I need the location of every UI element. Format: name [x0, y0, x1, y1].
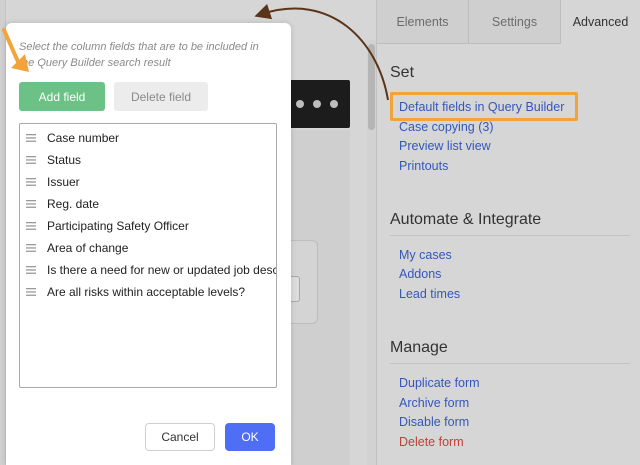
query-builder-fields-dialog: Select the column fields that are to be …: [6, 23, 291, 465]
field-label: Participating Safety Officer: [47, 219, 189, 233]
field-list-item[interactable]: Reg. date: [20, 193, 276, 215]
field-label: Issuer: [47, 175, 80, 189]
field-label: Are all risks within acceptable levels?: [47, 285, 246, 299]
tab-advanced[interactable]: Advanced: [561, 0, 640, 44]
field-label: Area of change: [47, 241, 129, 255]
link-delete-form[interactable]: Delete form: [399, 435, 464, 449]
drag-handle-icon[interactable]: [26, 288, 36, 296]
field-label: Is there a need for new or updated job d…: [47, 263, 276, 277]
delete-field-button[interactable]: Delete field: [114, 82, 208, 111]
link-case-copying[interactable]: Case copying (3): [399, 120, 494, 134]
field-list-item[interactable]: Is there a need for new or updated job d…: [20, 259, 276, 281]
add-field-button[interactable]: Add field: [19, 82, 105, 111]
section-title-manage: Manage: [390, 339, 448, 356]
field-list-item[interactable]: Status: [20, 149, 276, 171]
link-preview-list-view[interactable]: Preview list view: [399, 139, 491, 153]
settings-sidebar: Elements Settings Advanced Set Default f…: [377, 0, 640, 465]
drag-handle-icon[interactable]: [26, 156, 36, 164]
link-duplicate-form[interactable]: Duplicate form: [399, 376, 480, 390]
field-list: Case number Status Issuer Reg. date Part…: [19, 123, 277, 388]
drag-handle-icon[interactable]: [26, 244, 36, 252]
link-addons[interactable]: Addons: [399, 267, 441, 281]
link-my-cases[interactable]: My cases: [399, 248, 452, 262]
tab-settings[interactable]: Settings: [469, 0, 561, 44]
field-label: Reg. date: [47, 197, 100, 211]
field-list-item[interactable]: Participating Safety Officer: [20, 215, 276, 237]
drag-handle-icon[interactable]: [26, 222, 36, 230]
link-disable-form[interactable]: Disable form: [399, 415, 469, 429]
cancel-button[interactable]: Cancel: [145, 423, 215, 451]
dialog-description: Select the column fields that are to be …: [19, 41, 259, 69]
canvas-scrollbar-thumb[interactable]: [368, 44, 375, 130]
link-default-fields-query-builder[interactable]: Default fields in Query Builder: [399, 100, 564, 114]
link-archive-form[interactable]: Archive form: [399, 396, 469, 410]
section-title-automate-integrate: Automate & Integrate: [390, 211, 542, 228]
field-list-item[interactable]: Area of change: [20, 237, 276, 259]
field-list-item[interactable]: Are all risks within acceptable levels?: [20, 281, 276, 303]
more-options-icon: [296, 100, 338, 108]
drag-handle-icon[interactable]: [26, 134, 36, 142]
section-title-set: Set: [390, 64, 415, 81]
link-lead-times[interactable]: Lead times: [399, 287, 460, 301]
link-printouts[interactable]: Printouts: [399, 159, 448, 173]
field-list-item[interactable]: Issuer: [20, 171, 276, 193]
section-divider: [390, 363, 630, 364]
field-label: Status: [47, 153, 82, 167]
drag-handle-icon[interactable]: [26, 200, 36, 208]
sidebar-tabs: Elements Settings Advanced: [377, 0, 640, 44]
ok-button[interactable]: OK: [225, 423, 275, 451]
tab-elements[interactable]: Elements: [377, 0, 469, 44]
field-label: Case number: [47, 131, 120, 145]
drag-handle-icon[interactable]: [26, 178, 36, 186]
drag-handle-icon[interactable]: [26, 266, 36, 274]
field-list-item[interactable]: Case number: [20, 127, 276, 149]
section-divider: [390, 235, 630, 236]
